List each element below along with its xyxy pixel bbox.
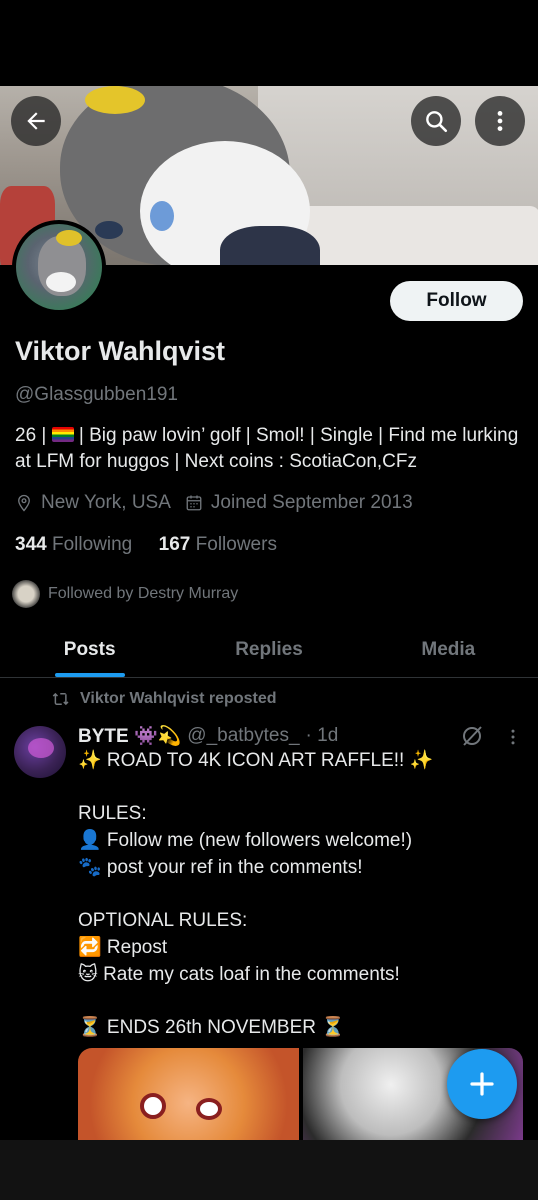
tab-media[interactable]: Media [359, 622, 538, 677]
post-time: · 1d [305, 725, 339, 746]
banner-decoration [150, 201, 174, 231]
tab-replies[interactable]: Replies [179, 622, 358, 677]
profile-stats: 344 Following 167 Followers [15, 534, 277, 556]
profile-tabs: Posts Replies Media [0, 622, 538, 678]
avatar-decoration [28, 738, 54, 758]
banner-decoration [290, 206, 538, 265]
arrow-left-icon [27, 112, 45, 130]
following-label: Following [51, 534, 133, 555]
post-author-name[interactable]: BYTE 👾💫 [78, 724, 181, 748]
post-text: ✨ ROAD TO 4K ICON ART RAFFLE!! ✨ RULES: … [78, 750, 434, 1039]
search-icon [426, 111, 448, 133]
avatar-decoration [56, 230, 82, 246]
profile-joined: Joined September 2013 [210, 492, 413, 513]
profile-avatar[interactable] [12, 220, 106, 314]
profile-name: Viktor Wahlqvist [15, 336, 226, 366]
avatar-decoration [46, 272, 76, 292]
image-decoration [140, 1093, 166, 1119]
profile-handle: @Glassgubben191 [15, 384, 178, 405]
following-count: 344 [15, 534, 47, 555]
search-button[interactable] [411, 96, 461, 146]
banner-decoration [220, 226, 320, 265]
bottom-bar [0, 1140, 538, 1200]
followers-count: 167 [158, 534, 191, 555]
image-decoration [196, 1098, 222, 1120]
tab-posts[interactable]: Posts [0, 622, 179, 677]
repost-label: Viktor Wahlqvist reposted [80, 690, 277, 707]
follower-avatar [12, 580, 40, 608]
following-link[interactable]: 344 Following [15, 534, 132, 555]
more-vertical-icon [497, 111, 503, 131]
grok-icon[interactable] [460, 724, 484, 748]
followers-link[interactable]: 167 Followers [159, 534, 277, 555]
post-header: BYTE 👾💫 @_batbytes_ · 1d [78, 724, 338, 748]
followers-label: Followers [195, 534, 277, 555]
banner-decoration [95, 221, 123, 239]
location-icon [18, 494, 30, 512]
media-image[interactable] [78, 1048, 299, 1140]
followed-by-text: Followed by Destry Murray [48, 585, 239, 602]
post-author-avatar[interactable] [14, 726, 66, 778]
rainbow-flag-icon [51, 427, 74, 442]
plus-icon [470, 1072, 494, 1096]
bio-prefix: 26 | [15, 425, 52, 446]
repost-icon [52, 692, 69, 706]
followed-by[interactable]: Followed by Destry Murray [12, 580, 238, 608]
compose-button[interactable] [447, 1049, 517, 1119]
calendar-icon [186, 495, 202, 511]
post-more-icon[interactable] [503, 726, 523, 748]
profile-location: New York, USA [41, 492, 171, 513]
banner-decoration [85, 86, 145, 114]
profile-meta: New York, USA Joined September 2013 [15, 492, 413, 514]
follow-button[interactable]: Follow [390, 281, 523, 321]
repost-indicator: Viktor Wahlqvist reposted [52, 690, 276, 708]
post-author-handle[interactable]: @_batbytes_ [187, 725, 299, 747]
more-button[interactable] [475, 96, 525, 146]
back-button[interactable] [11, 96, 61, 146]
profile-bio: 26 | | Big paw lovin’ golf | Smol! | Sin… [15, 423, 525, 475]
bio-rest: | Big paw lovin’ golf | Smol! | Single |… [15, 425, 519, 472]
